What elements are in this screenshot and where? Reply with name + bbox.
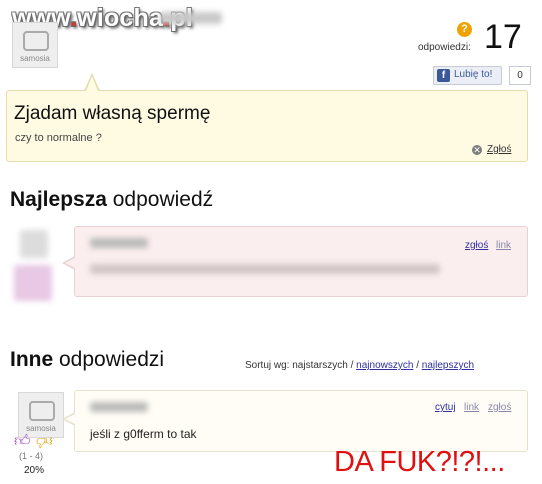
answer-bubble-tail-inner	[65, 414, 75, 424]
best-permalink[interactable]: link	[496, 240, 511, 251]
question-bubble-tail-inner	[86, 76, 98, 91]
best-answer-heading: Najlepsza odpowiedź	[10, 188, 214, 211]
sort-separator: /	[416, 360, 419, 371]
best-answer-text-blurred	[90, 264, 440, 274]
facebook-like-button[interactable]: f Lubię to!	[433, 66, 502, 85]
sort-options: Sortuj wg: najstarszych / najnowszych / …	[245, 360, 474, 371]
answer-report-link[interactable]: zgłoś	[488, 402, 511, 413]
question-box	[6, 90, 528, 162]
question-icon: ?	[457, 22, 472, 37]
answer-permalink[interactable]: link	[464, 402, 479, 413]
best-bubble-tail-inner	[65, 258, 75, 268]
best-author-blurred	[90, 238, 148, 248]
answers-label: odpowiedzi:	[418, 42, 471, 53]
best-votes-blurred	[14, 265, 52, 301]
overlay-caption: DA FUK?!?!...	[334, 446, 505, 478]
asker-name-blurred	[160, 12, 222, 24]
other-answers-heading: Inne odpowiedzi	[10, 348, 165, 371]
thumbs-up-icon[interactable]: 👍︎	[14, 432, 31, 451]
vote-range: (1 - 4)	[19, 451, 44, 461]
camera-icon	[29, 401, 55, 421]
question-details: czy to normalne ?	[15, 132, 102, 144]
answers-count: 17	[484, 18, 522, 56]
sort-newest-link[interactable]: najnowszych	[356, 360, 413, 371]
answer-author-blurred	[90, 402, 148, 412]
like-count: 0	[509, 66, 531, 85]
question-title: Zjadam własną spermę	[14, 103, 211, 124]
quote-link[interactable]: cytuj	[435, 402, 456, 413]
camera-icon	[23, 31, 49, 51]
close-icon[interactable]: ✕	[472, 145, 482, 155]
answer-box	[74, 390, 528, 452]
best-report-link[interactable]: zgłoś	[465, 240, 488, 251]
sort-label: Sortuj wg: najstarszych /	[245, 360, 354, 371]
best-answer-box	[74, 226, 528, 297]
answer-text: jeśli z g0fferm to tak	[90, 427, 197, 441]
report-question-link[interactable]: Zgłoś	[487, 144, 511, 155]
sort-best-link[interactable]: najlepszych	[422, 360, 474, 371]
thumbs-down-icon[interactable]: 👍︎	[36, 431, 53, 450]
asker-avatar[interactable]: samosia	[12, 22, 58, 68]
vote-percent: 20%	[24, 465, 45, 476]
best-avatar-blurred[interactable]	[20, 230, 48, 258]
facebook-icon: f	[437, 69, 450, 82]
